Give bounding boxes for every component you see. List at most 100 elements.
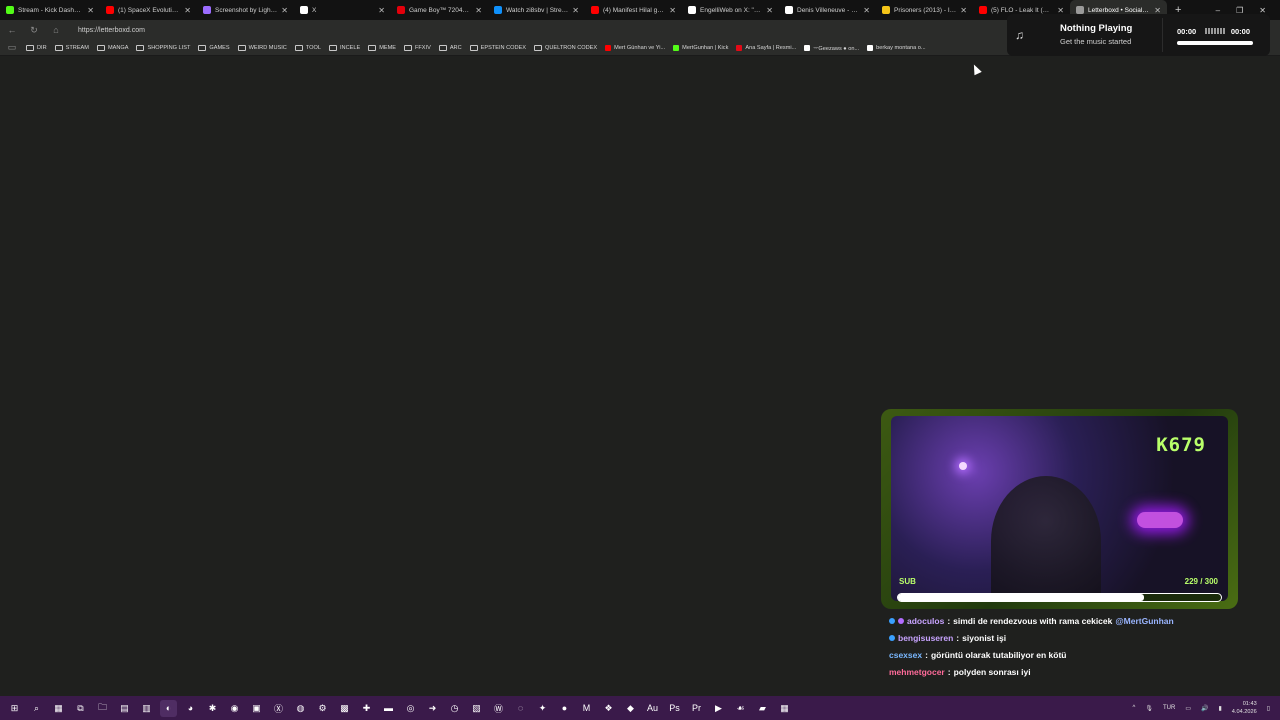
bookmark-folder[interactable]: FFXIV xyxy=(403,44,431,51)
close-tab-icon[interactable]: ✕ xyxy=(863,6,870,15)
bookmark-folder[interactable]: STREAM xyxy=(54,44,89,51)
close-tab-icon[interactable]: ✕ xyxy=(960,6,967,15)
app-icon-10[interactable]: M xyxy=(578,700,595,717)
app-icon-9[interactable]: ● xyxy=(556,700,573,717)
tab-title: EngelliWeb on X: "Yaş doğ... xyxy=(700,6,762,14)
browser-tab[interactable]: (1) SpaceX Evolution from... ✕ xyxy=(100,0,197,20)
tab-title: Prisoners (2013) - IMDb xyxy=(894,6,956,14)
browser-tab[interactable]: Denis Villeneuve - Wikipedia ✕ xyxy=(779,0,876,20)
sidebar-toggle-icon[interactable]: ▭ xyxy=(6,42,18,53)
browser-tab[interactable]: EngelliWeb on X: "Yaş doğ... ✕ xyxy=(682,0,779,20)
browser-tab[interactable]: Game Boy™ 72046 | LEGO ✕ xyxy=(391,0,488,20)
notes-icon[interactable]: ▥ xyxy=(138,700,155,717)
app-icon-6[interactable]: ◷ xyxy=(446,700,463,717)
premiere-icon[interactable]: Pr xyxy=(688,700,705,717)
app-icon-2[interactable]: ▩ xyxy=(336,700,353,717)
task-view-icon[interactable]: ⧉ xyxy=(72,700,89,717)
search-icon[interactable]: ⌕ xyxy=(28,700,45,717)
bookmark-folder[interactable]: ARC xyxy=(438,44,462,51)
app-icon-15[interactable]: ▰ xyxy=(754,700,771,717)
music-progress-bar[interactable] xyxy=(1177,41,1253,45)
clock[interactable]: 01:43 4.04.2026 xyxy=(1232,700,1257,716)
chrome-icon[interactable]: ◌ xyxy=(512,700,529,717)
app-icon-14[interactable]: ☙ xyxy=(732,700,749,717)
app-icon-3[interactable]: ✚ xyxy=(358,700,375,717)
browser-tab[interactable]: Prisoners (2013) - IMDb ✕ xyxy=(876,0,973,20)
obs-icon[interactable]: ◎ xyxy=(402,700,419,717)
address-bar[interactable]: https://letterboxd.com xyxy=(72,23,952,37)
close-tab-icon[interactable]: ✕ xyxy=(87,6,94,15)
spotify-icon[interactable]: ◍ xyxy=(292,700,309,717)
back-icon[interactable]: ← xyxy=(6,25,18,35)
bookmark-folder[interactable]: DIR xyxy=(26,44,47,51)
folder-icon xyxy=(26,44,34,51)
app-icon-12[interactable]: ◆ xyxy=(622,700,639,717)
close-tab-icon[interactable]: ✕ xyxy=(184,6,191,15)
bookmark-link[interactable]: MertGunhan | Kick xyxy=(673,44,729,51)
microphone-icon[interactable]: 🎙 xyxy=(1145,705,1153,712)
audition-icon[interactable]: Au xyxy=(644,700,661,717)
steam-icon[interactable]: ◉ xyxy=(226,700,243,717)
bookmark-label: ARC xyxy=(449,44,462,51)
bookmark-folder[interactable]: TOOL xyxy=(294,44,321,51)
photoshop-icon[interactable]: Ps xyxy=(666,700,683,717)
volume-icon[interactable]: 🔊 xyxy=(1201,705,1208,712)
close-tab-icon[interactable]: ✕ xyxy=(766,6,773,15)
close-tab-icon[interactable]: ✕ xyxy=(572,6,579,15)
app-icon-4[interactable]: ▬ xyxy=(380,700,397,717)
chevron-up-icon[interactable]: ^ xyxy=(1133,705,1136,711)
xbox-icon[interactable]: Ⓧ xyxy=(270,700,287,717)
tab-title: Denis Villeneuve - Wikipedia xyxy=(797,6,859,14)
edge-icon[interactable]: ◐ xyxy=(160,699,177,717)
close-tab-icon[interactable]: ✕ xyxy=(281,6,288,15)
app-icon-5[interactable]: ➜ xyxy=(424,700,441,717)
bookmark-folder[interactable]: QUELTRON CODEX xyxy=(534,44,597,51)
app-icon-11[interactable]: ❖ xyxy=(600,700,617,717)
browser-tab[interactable]: Watch zi8sbv | Streamable ✕ xyxy=(488,0,585,20)
bookmark-link[interactable]: berkay montana o... xyxy=(867,44,926,51)
bookmark-folder[interactable]: EPSTEIN CODEX xyxy=(469,44,526,51)
tab-title: (4) Manifest Hilal geçiriyor xyxy=(603,6,666,14)
calculator-icon[interactable]: ▤ xyxy=(116,700,133,717)
folder-icon xyxy=(469,44,478,51)
bookmark-link[interactable]: Ana Sayfa | Resmi... xyxy=(736,44,796,51)
close-tab-icon[interactable]: ✕ xyxy=(475,6,482,15)
app-icon[interactable]: ✱ xyxy=(204,700,221,717)
bookmark-folder[interactable]: WEIRD MUSIC xyxy=(237,44,287,51)
wordpad-icon[interactable]: Ⓦ xyxy=(490,700,507,717)
terminal-icon[interactable]: ▣ xyxy=(248,700,265,717)
browser-tab[interactable]: Screenshot by Lightshot ✕ xyxy=(197,0,294,20)
tab-title: Stream - Kick Dashboard xyxy=(18,6,83,14)
browser-tab[interactable]: (4) Manifest Hilal geçiriyor✕ xyxy=(585,0,682,20)
bookmark-folder[interactable]: SHOPPING LIST xyxy=(136,44,190,51)
bookmark-folder[interactable]: GAMES xyxy=(198,44,230,51)
language-indicator[interactable]: TUR xyxy=(1163,705,1175,711)
steam-icon-2[interactable]: ⚙ xyxy=(314,700,331,717)
discord-icon[interactable]: ◕ xyxy=(182,700,199,717)
bookmark-link[interactable]: ᅲGeezaws ● on... xyxy=(804,44,859,52)
bookmark-link[interactable]: Mert Günhan ve Yi... xyxy=(605,44,665,51)
light xyxy=(959,462,967,470)
close-tab-icon[interactable]: ✕ xyxy=(378,6,385,15)
home-icon[interactable]: ⌂ xyxy=(50,25,62,35)
reload-icon[interactable]: ↻ xyxy=(28,25,40,36)
browser-tab[interactable]: X ✕ xyxy=(294,0,391,20)
bookmark-folder[interactable]: INCELE xyxy=(328,44,360,51)
bookmark-folder[interactable]: MANGA xyxy=(96,44,128,51)
bookmark-label: MertGunhan | Kick xyxy=(682,44,729,51)
bookmark-folder[interactable]: MEME xyxy=(368,44,396,51)
bookmark-favicon-icon xyxy=(867,44,874,51)
windows-start-icon[interactable]: ⊞ xyxy=(6,700,23,717)
app-icon-7[interactable]: ▧ xyxy=(468,700,485,717)
app-icon-16[interactable]: ▦ xyxy=(776,700,793,717)
battery-icon[interactable]: ▮ xyxy=(1218,705,1221,712)
tab-favicon-icon xyxy=(300,6,308,14)
browser-tab[interactable]: Stream - Kick Dashboard ✕ xyxy=(0,0,100,20)
widgets-icon[interactable]: ▦ xyxy=(50,700,67,717)
network-icon[interactable]: ▭ xyxy=(1185,705,1191,712)
notification-icon[interactable]: ▯ xyxy=(1267,705,1270,712)
file-explorer-icon[interactable]: 🗀 xyxy=(94,700,111,717)
app-icon-8[interactable]: ✦ xyxy=(534,700,551,717)
close-tab-icon[interactable]: ✕ xyxy=(669,6,676,15)
app-icon-13[interactable]: ▶ xyxy=(710,700,727,717)
